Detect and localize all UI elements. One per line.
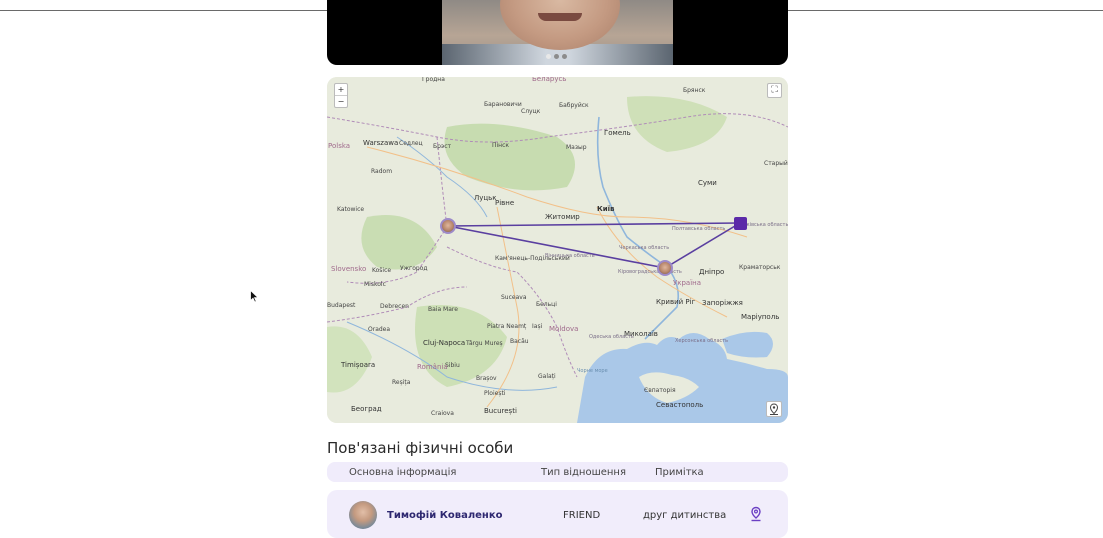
map-place-label: Рівне bbox=[495, 199, 515, 207]
map-place-label: Полтавська область bbox=[672, 226, 726, 232]
map-place-label: Miskolc bbox=[364, 281, 386, 288]
map-place-label: Севастополь bbox=[656, 401, 704, 409]
map-place-label: Бельці bbox=[536, 301, 557, 308]
map-location-marker[interactable] bbox=[734, 217, 747, 230]
map-place-label: Târgu Mureș bbox=[466, 340, 503, 347]
map-place-label: Timișoara bbox=[341, 361, 376, 369]
zoom-control: + − bbox=[334, 83, 348, 108]
map-place-label: Warszawa bbox=[363, 139, 399, 147]
map-place-label: Debrecen bbox=[380, 303, 409, 310]
zoom-out-button[interactable]: − bbox=[335, 95, 347, 107]
map-place-label: Старый Оскол bbox=[764, 160, 788, 167]
map-place-label: Reșița bbox=[392, 379, 411, 386]
map-place-label: Херсонська область bbox=[675, 338, 729, 344]
carousel-dots bbox=[546, 54, 567, 59]
map-place-label: Košice bbox=[372, 267, 392, 274]
map-place-label: Черкаська область bbox=[619, 245, 670, 251]
map-place-label: Polska bbox=[328, 142, 351, 150]
map-place-label: Katowice bbox=[337, 206, 365, 213]
map-place-label: Oradea bbox=[368, 326, 391, 333]
map-place-label: Baia Mare bbox=[428, 306, 458, 313]
relation-note: друг дитинства bbox=[643, 510, 727, 521]
map-place-label: Одеська область bbox=[589, 334, 634, 340]
column-note: Примітка bbox=[655, 467, 704, 478]
map-place-label: Cluj-Napoca bbox=[423, 339, 466, 347]
map-place-label: Краматорськ bbox=[739, 264, 781, 271]
photo-carousel[interactable] bbox=[327, 0, 788, 65]
map-place-label: Житомир bbox=[545, 213, 580, 221]
table-row[interactable]: Тимофій Коваленко FRIEND друг дитинства bbox=[327, 490, 788, 538]
map-place-label: Суми bbox=[698, 179, 717, 187]
map-place-label: București bbox=[484, 407, 517, 415]
map-place-label: Slovensko bbox=[331, 265, 367, 273]
avatar bbox=[349, 501, 377, 529]
map-person-marker[interactable] bbox=[440, 218, 456, 234]
map-place-label: Craiova bbox=[431, 410, 454, 417]
column-relation-type: Тип відношення bbox=[541, 467, 626, 478]
map-place-label: Бабруйск bbox=[559, 102, 589, 109]
map-person-marker[interactable] bbox=[657, 260, 673, 276]
map-place-label: Україна bbox=[673, 279, 702, 287]
relation-type: FRIEND bbox=[563, 510, 601, 521]
carousel-dot[interactable] bbox=[562, 54, 567, 59]
locate-icon[interactable] bbox=[766, 401, 782, 417]
map-place-label: Київ bbox=[597, 205, 615, 213]
map-place-label: Moldova bbox=[549, 325, 579, 333]
person-name[interactable]: Тимофій Коваленко bbox=[387, 510, 503, 521]
map-place-label: Кривий Ріг bbox=[656, 298, 696, 306]
map-place-label: Мазыр bbox=[566, 144, 587, 151]
map-place-label: Седлец bbox=[399, 140, 423, 147]
map-place-label: Гомель bbox=[604, 129, 631, 137]
map-place-label: Євпаторія bbox=[644, 387, 676, 394]
map-place-label: Budapest bbox=[327, 302, 356, 309]
map-place-label: România bbox=[417, 363, 448, 371]
zoom-in-button[interactable]: + bbox=[335, 84, 347, 95]
map-place-label: Вінницька область bbox=[545, 253, 595, 259]
map-place-label: Маріуполь bbox=[741, 313, 780, 321]
carousel-dot[interactable] bbox=[554, 54, 559, 59]
map-place-label: Беларусь bbox=[532, 77, 567, 83]
map-place-label: Iași bbox=[532, 323, 543, 330]
column-main-info: Основна інформація bbox=[349, 467, 457, 478]
map-place-label: Београд bbox=[351, 405, 382, 413]
map-place-label: Чорне море bbox=[577, 368, 608, 374]
map-place-label: Гродна bbox=[422, 77, 445, 83]
map-tiles bbox=[327, 77, 788, 423]
map-place-label: Brașov bbox=[476, 375, 497, 382]
related-table-header: Основна інформація Тип відношення Приміт… bbox=[327, 462, 788, 482]
map-place-label: Луцьк bbox=[474, 194, 497, 202]
location-pin-icon[interactable] bbox=[749, 506, 763, 522]
map-place-label: Пінск bbox=[492, 142, 510, 149]
map-place-label: Дніпро bbox=[699, 268, 725, 276]
map-place-label: Galați bbox=[538, 373, 556, 380]
map-place-label: Брэст bbox=[433, 143, 452, 150]
map-place-label: Bacău bbox=[510, 338, 529, 345]
carousel-dot[interactable] bbox=[546, 54, 551, 59]
map-place-label: Radom bbox=[371, 168, 393, 175]
map[interactable]: Гродна Беларусь Брянск Барановичи Слуцк Бабру… bbox=[327, 77, 788, 423]
fullscreen-icon[interactable]: ⛶ bbox=[767, 83, 782, 98]
map-place-label: Ужгород bbox=[400, 265, 428, 272]
map-place-label: Ploiești bbox=[484, 390, 506, 397]
related-persons-title: Пов'язані фізичні особи bbox=[327, 439, 514, 457]
mouse-cursor-icon bbox=[250, 288, 260, 307]
map-place-label: Слуцк bbox=[521, 108, 541, 115]
map-place-label: Запоріжжя bbox=[702, 299, 743, 307]
map-place-label: Брянск bbox=[683, 87, 706, 94]
map-place-label: Suceava bbox=[501, 294, 527, 301]
map-place-label: Piatra Neamț bbox=[487, 323, 527, 330]
map-place-label: Барановичи bbox=[484, 101, 522, 108]
